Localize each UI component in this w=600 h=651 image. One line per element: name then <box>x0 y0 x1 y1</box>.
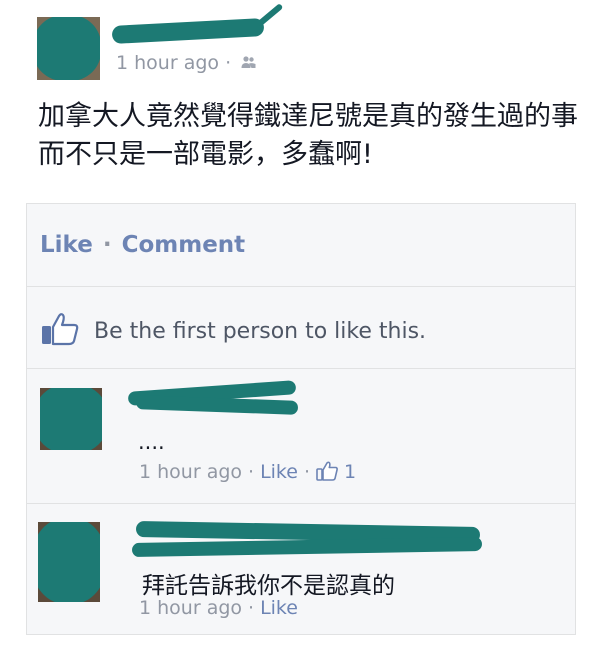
redaction-stroke <box>256 3 284 27</box>
post-body-text: 加拿大人竟然覺得鐵達尼號是真的發生過的事而不只是一部電影，多蠢啊! <box>38 101 578 170</box>
comment-text: .... <box>138 430 165 454</box>
comment-meta: 1 hour ago · Like · 1 <box>139 461 356 486</box>
comment-text: 拜託告訴我你不是認真的 <box>142 573 395 599</box>
post-actions: Like · Comment <box>40 232 245 258</box>
post-author-name-redacted[interactable] <box>111 18 265 44</box>
redaction-scribble <box>38 522 100 602</box>
likes-summary: Be the first person to like this. <box>40 312 426 352</box>
comment-avatar[interactable] <box>40 388 102 450</box>
meta-separator: · <box>248 461 255 483</box>
comment-timestamp[interactable]: 1 hour ago <box>139 461 242 483</box>
comment-avatar[interactable] <box>38 522 100 602</box>
redaction-scribble <box>40 388 102 450</box>
comment-meta: 1 hour ago · Like <box>139 597 298 619</box>
comment-button[interactable]: Comment <box>122 232 246 258</box>
friends-icon[interactable] <box>241 55 256 73</box>
meta-separator: · <box>303 461 310 483</box>
comment-like-button[interactable]: Like <box>260 461 298 483</box>
post-author-avatar[interactable] <box>37 17 100 80</box>
divider <box>26 368 576 369</box>
comment-like-button[interactable]: Like <box>260 597 298 619</box>
like-button[interactable]: Like <box>40 232 93 258</box>
divider <box>26 503 576 504</box>
thumbs-up-icon <box>40 312 80 352</box>
like-count-icon <box>316 461 338 486</box>
likes-summary-text: Be the first person to like this. <box>94 319 427 344</box>
meta-separator: · <box>248 597 255 619</box>
post-meta: 1 hour ago · <box>116 52 256 74</box>
redaction-scribble <box>37 17 100 80</box>
post-timestamp[interactable]: 1 hour ago <box>116 52 219 74</box>
comment-like-count[interactable]: 1 <box>344 461 356 483</box>
divider <box>26 286 576 287</box>
meta-separator: · <box>225 52 232 74</box>
action-separator: · <box>102 232 112 258</box>
comment-timestamp[interactable]: 1 hour ago <box>139 597 242 619</box>
